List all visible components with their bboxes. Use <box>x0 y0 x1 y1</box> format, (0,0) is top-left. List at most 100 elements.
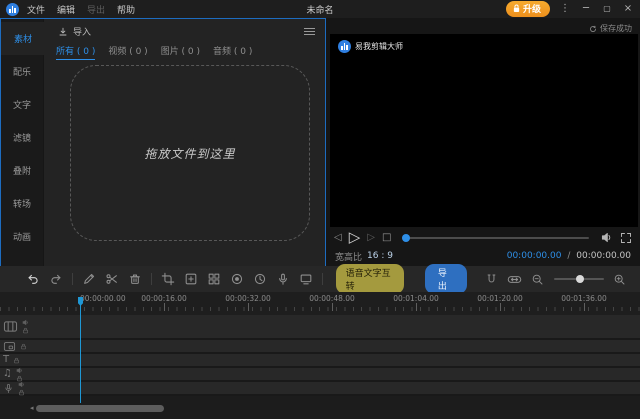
previous-frame-icon[interactable]: ◁ <box>334 233 342 243</box>
voice-text-convert-button[interactable]: 语音文字互转 <box>336 264 404 294</box>
sidebar-item-music[interactable]: 配乐 <box>1 55 43 88</box>
dropzone-hint: 拖放文件到这里 <box>144 145 235 162</box>
preview-panel: 保存成功 易我剪辑大师 ◁ ▷ ▷ □ 宽高比 16 : 9 00:00:00.… <box>326 18 640 268</box>
menu-edit[interactable]: 编辑 <box>57 3 75 16</box>
lock-icon[interactable] <box>20 343 27 350</box>
timeline-ruler[interactable]: 00:00:00.00 00:00:16.00 00:00:32.00 00:0… <box>0 292 640 315</box>
mic-icon <box>3 383 14 394</box>
video-track-lane[interactable] <box>30 315 640 338</box>
ruler-label: 00:00:32.00 <box>225 294 271 303</box>
menu-help[interactable]: 帮助 <box>117 3 135 16</box>
music-track[interactable]: ♫ <box>0 368 640 382</box>
seek-bar[interactable] <box>402 234 589 242</box>
pip-track[interactable] <box>0 340 640 354</box>
sidebar-item-overlays[interactable]: 叠附 <box>1 154 43 187</box>
ruler-label: 00:01:36.00 <box>561 294 607 303</box>
seek-handle[interactable] <box>402 234 410 242</box>
undo-icon[interactable] <box>26 272 40 287</box>
play-icon[interactable]: ▷ <box>349 230 361 245</box>
aspect-ratio-value[interactable]: 16 : 9 <box>367 251 393 261</box>
zoom-in-icon[interactable] <box>613 272 626 287</box>
scroll-left-icon[interactable]: ◂ <box>30 404 34 412</box>
volume-icon[interactable] <box>600 231 613 244</box>
tab-video[interactable]: 视频 ( 0 ) <box>108 44 147 59</box>
text-track-lane[interactable] <box>30 354 640 366</box>
upgrade-button[interactable]: 升级 <box>506 1 550 17</box>
mute-icon[interactable] <box>16 367 23 374</box>
ruler-major-ticks <box>80 303 640 311</box>
import-button[interactable]: 导入 <box>57 25 91 38</box>
duration-icon[interactable] <box>253 272 267 287</box>
export-button[interactable]: 导出 <box>425 264 467 294</box>
file-dropzone[interactable]: 拖放文件到这里 <box>70 65 310 241</box>
sidebar-item-transitions[interactable]: 转场 <box>1 187 43 220</box>
mute-icon[interactable] <box>18 381 25 388</box>
text-track[interactable]: T <box>0 354 640 368</box>
mosaic-icon[interactable] <box>207 272 221 287</box>
zoom-out-icon[interactable] <box>531 272 544 287</box>
stop-icon[interactable]: □ <box>382 233 391 243</box>
voiceover-track[interactable] <box>0 382 640 396</box>
playback-controls: ◁ ▷ ▷ □ <box>326 229 640 246</box>
media-panel: 导入 所有 ( 0 ) 视频 ( 0 ) 图片 ( 0 ) 音频 ( 0 ) 拖… <box>43 19 325 267</box>
pip-track-header <box>0 340 30 352</box>
tab-audio[interactable]: 音频 ( 0 ) <box>213 44 252 59</box>
sidebar-item-text[interactable]: 文字 <box>1 88 43 121</box>
split-icon <box>105 272 119 287</box>
menu-export: 导出 <box>87 3 105 16</box>
watermark-logo-icon <box>338 40 351 53</box>
timeline-zoom-handle[interactable] <box>576 275 584 283</box>
menu-file[interactable]: 文件 <box>27 3 45 16</box>
maximize-icon[interactable]: ▢ <box>601 3 613 15</box>
next-frame-icon: ▷ <box>367 233 375 243</box>
horizontal-scrollbar[interactable]: ◂ <box>0 404 640 412</box>
autosave-icon <box>589 25 597 33</box>
lock-icon[interactable] <box>18 389 25 396</box>
lock-icon[interactable] <box>22 327 29 334</box>
music-track-lane[interactable] <box>30 368 640 380</box>
voiceover-icon[interactable] <box>276 272 290 287</box>
tab-image[interactable]: 图片 ( 0 ) <box>161 44 200 59</box>
freeze-frame-icon[interactable] <box>230 272 244 287</box>
more-menu-icon[interactable]: ⋮ <box>559 3 571 15</box>
watermark: 易我剪辑大师 <box>338 40 403 53</box>
media-library-panel: 素材 配乐 文字 滤镜 叠附 转场 动画 导入 所有 ( 0 ) 视频 ( 0 … <box>0 18 326 268</box>
sidebar-item-filters[interactable]: 滤镜 <box>1 121 43 154</box>
tab-all[interactable]: 所有 ( 0 ) <box>56 44 95 60</box>
lock-icon <box>513 4 520 13</box>
save-status: 保存成功 <box>589 23 632 34</box>
app-logo-icon <box>6 3 19 16</box>
list-view-icon[interactable] <box>304 28 315 35</box>
pip-track-lane[interactable] <box>30 340 640 352</box>
minimize-icon[interactable]: ─ <box>580 3 592 15</box>
scrollbar-thumb[interactable] <box>36 405 164 412</box>
text-track-icon: T <box>3 355 9 365</box>
fullscreen-icon[interactable] <box>620 232 632 244</box>
lock-icon[interactable] <box>13 357 20 364</box>
sidebar-item-animation[interactable]: 动画 <box>1 220 43 253</box>
music-track-header: ♫ <box>0 368 30 380</box>
fit-timeline-icon[interactable] <box>507 272 522 287</box>
sidebar: 素材 配乐 文字 滤镜 叠附 转场 动画 <box>1 19 43 267</box>
project-title: 未命名 <box>306 3 333 16</box>
zoom-region-icon[interactable] <box>184 272 198 287</box>
playhead-line[interactable] <box>80 297 81 403</box>
sidebar-item-material[interactable]: 素材 <box>1 22 45 55</box>
voiceover-track-lane[interactable] <box>30 382 640 394</box>
video-track[interactable] <box>0 315 640 340</box>
screen-text-icon[interactable] <box>299 272 313 287</box>
seek-track <box>402 237 589 239</box>
text-track-header: T <box>0 354 30 366</box>
mute-icon[interactable] <box>22 319 29 326</box>
filmstrip-icon <box>3 320 18 333</box>
video-viewport: 易我剪辑大师 <box>330 34 638 227</box>
titlebar: 文件 编辑 导出 帮助 未命名 升级 ⋮ ─ ▢ × <box>0 0 640 18</box>
close-icon[interactable]: × <box>622 3 634 15</box>
delete-icon <box>128 272 142 287</box>
magnet-snap-icon[interactable] <box>485 272 498 287</box>
crop-icon[interactable] <box>161 272 175 287</box>
toolbar-divider <box>322 273 323 285</box>
timeline-zoom-slider[interactable] <box>554 275 604 283</box>
import-label: 导入 <box>73 25 91 38</box>
ruler-label: 00:00:00.00 <box>80 294 126 303</box>
